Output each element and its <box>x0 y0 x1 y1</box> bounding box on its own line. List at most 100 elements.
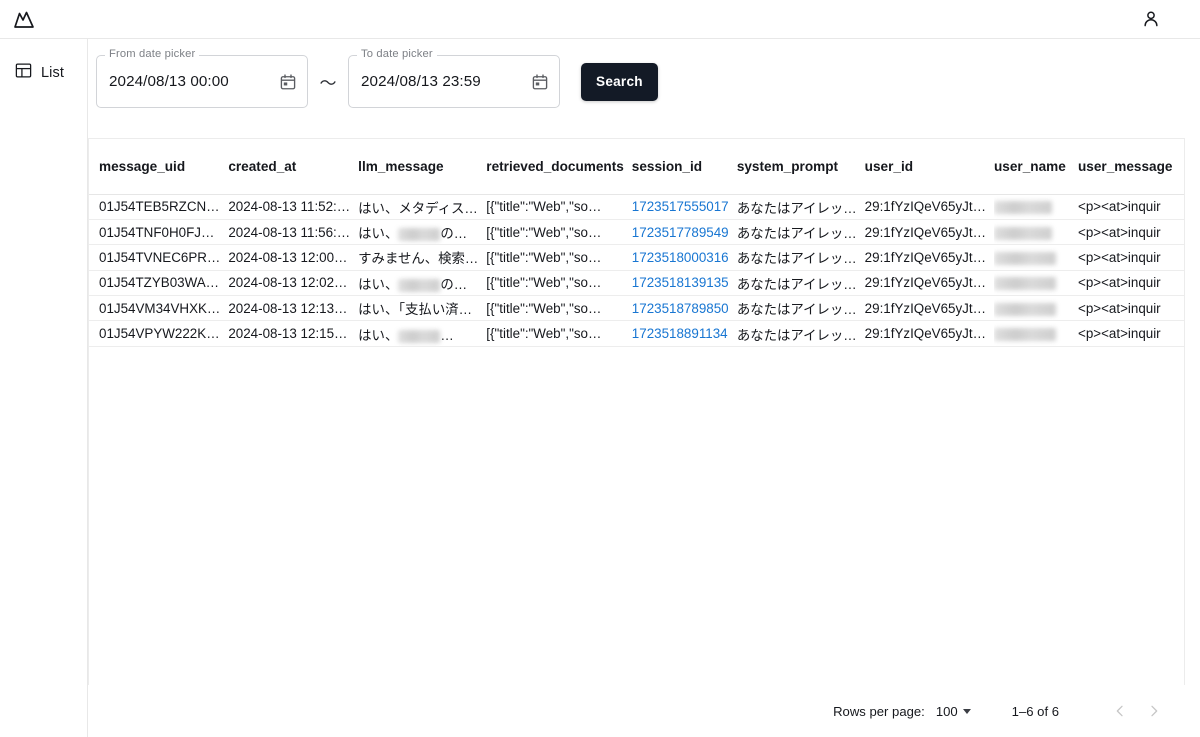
chevron-down-icon <box>963 709 971 714</box>
cell-retrieved_documents: [{"title":"Web","so… <box>486 321 632 346</box>
column-header-user_message: user_message <box>1078 139 1184 194</box>
cell-user_name <box>994 270 1078 295</box>
column-header-user_name: user_name <box>994 139 1078 194</box>
chevron-right-icon <box>1146 703 1162 719</box>
calendar-icon[interactable] <box>279 73 297 91</box>
filter-bar: From date picker 2024/08/13 00:00 〜 To d… <box>96 55 658 108</box>
session-id-link[interactable]: 1723518891134 <box>632 326 728 341</box>
cell-created_at: 2024-08-13 11:56:… <box>228 219 358 244</box>
cell-llm_message: すみません、検索… <box>358 245 486 270</box>
from-date-picker[interactable]: From date picker 2024/08/13 00:00 <box>96 55 308 108</box>
session-id-link[interactable]: 1723517789549 <box>632 225 729 240</box>
cell-session_id: 1723518139135 <box>632 270 737 295</box>
from-date-input[interactable]: 2024/08/13 00:00 <box>109 73 279 90</box>
table-row[interactable]: 01J54TZYB03WA…2024-08-13 12:02…はい、の…[{"t… <box>89 270 1184 295</box>
cell-user_id: 29:1fYzIQeV65yJt… <box>865 270 994 295</box>
results-table-card: message_uidcreated_atllm_messageretrieve… <box>88 138 1185 737</box>
cell-llm_message: はい、「支払い済… <box>358 296 486 321</box>
table-row[interactable]: 01J54TNF0H0FJ…2024-08-13 11:56:…はい、の…[{"… <box>89 219 1184 244</box>
cell-message_uid: 01J54TZYB03WA… <box>89 270 228 295</box>
next-page-button[interactable] <box>1137 694 1171 728</box>
person-icon <box>1140 8 1162 30</box>
cell-retrieved_documents: [{"title":"Web","so… <box>486 270 632 295</box>
cell-retrieved_documents: [{"title":"Web","so… <box>486 245 632 270</box>
cell-created_at: 2024-08-13 12:13… <box>228 296 358 321</box>
cell-message_uid: 01J54TEB5RZCN… <box>89 194 228 219</box>
session-id-link[interactable]: 1723517555017 <box>632 199 729 214</box>
cell-retrieved_documents: [{"title":"Web","so… <box>486 296 632 321</box>
table-grid-icon <box>14 61 33 85</box>
cell-user_name <box>994 194 1078 219</box>
sidebar-item-label: List <box>41 65 64 81</box>
column-header-system_prompt: system_prompt <box>737 139 865 194</box>
column-header-llm_message: llm_message <box>358 139 486 194</box>
cell-user_message: <p><at>inquir <box>1078 245 1184 270</box>
redacted-value <box>994 328 1056 341</box>
cell-created_at: 2024-08-13 11:52:… <box>228 194 358 219</box>
results-table: message_uidcreated_atllm_messageretrieve… <box>89 139 1184 347</box>
cell-llm_message: はい、の… <box>358 219 486 244</box>
cell-created_at: 2024-08-13 12:00… <box>228 245 358 270</box>
table-row[interactable]: 01J54TVNEC6PR…2024-08-13 12:00…すみません、検索…… <box>89 245 1184 270</box>
cell-system_prompt: あなたはアイレッ… <box>737 296 865 321</box>
cell-llm_message: はい、… <box>358 321 486 346</box>
cell-session_id: 1723518891134 <box>632 321 737 346</box>
redacted-value <box>398 330 440 343</box>
to-date-picker[interactable]: To date picker 2024/08/13 23:59 <box>348 55 560 108</box>
cell-user_name <box>994 219 1078 244</box>
rows-per-page-value: 100 <box>936 704 958 719</box>
column-header-retrieved_documents: retrieved_documents <box>486 139 632 194</box>
cell-user_name <box>994 296 1078 321</box>
cell-user_name <box>994 245 1078 270</box>
previous-page-button[interactable] <box>1103 694 1137 728</box>
chevron-left-icon <box>1112 703 1128 719</box>
cell-session_id: 1723517555017 <box>632 194 737 219</box>
table-scroll-viewport[interactable]: message_uidcreated_atllm_messageretrieve… <box>89 139 1184 722</box>
cell-system_prompt: あなたはアイレッ… <box>737 194 865 219</box>
cell-created_at: 2024-08-13 12:02… <box>228 270 358 295</box>
calendar-icon[interactable] <box>531 73 549 91</box>
table-row[interactable]: 01J54VPYW222K…2024-08-13 12:15…はい、…[{"ti… <box>89 321 1184 346</box>
cell-user_name <box>994 321 1078 346</box>
cell-llm_message: はい、メタディス… <box>358 194 486 219</box>
cell-session_id: 1723517789549 <box>632 219 737 244</box>
date-range-separator: 〜 <box>308 69 348 94</box>
session-id-link[interactable]: 1723518139135 <box>632 275 729 290</box>
cell-user_message: <p><at>inquir <box>1078 270 1184 295</box>
sidebar-item-list[interactable]: List <box>0 55 87 91</box>
cell-message_uid: 01J54VM34VHXK… <box>89 296 228 321</box>
table-body: 01J54TEB5RZCN…2024-08-13 11:52:…はい、メタディス… <box>89 194 1184 346</box>
cell-retrieved_documents: [{"title":"Web","so… <box>486 194 632 219</box>
column-header-user_id: user_id <box>865 139 994 194</box>
cell-retrieved_documents: [{"title":"Web","so… <box>486 219 632 244</box>
session-id-link[interactable]: 1723518000316 <box>632 250 729 265</box>
cell-created_at: 2024-08-13 12:15… <box>228 321 358 346</box>
rows-per-page-select[interactable]: 100 <box>936 704 971 719</box>
account-button[interactable] <box>1140 8 1162 30</box>
pagination-bar: Rows per page: 100 1–6 of 6 <box>88 685 1185 737</box>
redacted-value <box>994 227 1052 240</box>
cell-user_id: 29:1fYzIQeV65yJt… <box>865 321 994 346</box>
redacted-value <box>398 228 440 241</box>
mountain-logo-icon[interactable] <box>12 7 36 31</box>
cell-system_prompt: あなたはアイレッ… <box>737 270 865 295</box>
cell-user_message: <p><at>inquir <box>1078 296 1184 321</box>
cell-user_id: 29:1fYzIQeV65yJt… <box>865 245 994 270</box>
cell-session_id: 1723518789850 <box>632 296 737 321</box>
table-head: message_uidcreated_atllm_messageretrieve… <box>89 139 1184 194</box>
cell-session_id: 1723518000316 <box>632 245 737 270</box>
cell-user_message: <p><at>inquir <box>1078 194 1184 219</box>
cell-user_message: <p><at>inquir <box>1078 219 1184 244</box>
column-header-created_at: created_at <box>228 139 358 194</box>
sidebar: List <box>0 39 88 737</box>
cell-system_prompt: あなたはアイレッ… <box>737 321 865 346</box>
search-button[interactable]: Search <box>581 63 658 101</box>
redacted-value <box>994 277 1056 290</box>
table-header-row: message_uidcreated_atllm_messageretrieve… <box>89 139 1184 194</box>
to-date-input[interactable]: 2024/08/13 23:59 <box>361 73 531 90</box>
table-row[interactable]: 01J54TEB5RZCN…2024-08-13 11:52:…はい、メタディス… <box>89 194 1184 219</box>
session-id-link[interactable]: 1723518789850 <box>632 301 729 316</box>
rows-per-page-label: Rows per page: <box>833 704 925 719</box>
table-row[interactable]: 01J54VM34VHXK…2024-08-13 12:13…はい、「支払い済…… <box>89 296 1184 321</box>
cell-user_id: 29:1fYzIQeV65yJt… <box>865 194 994 219</box>
